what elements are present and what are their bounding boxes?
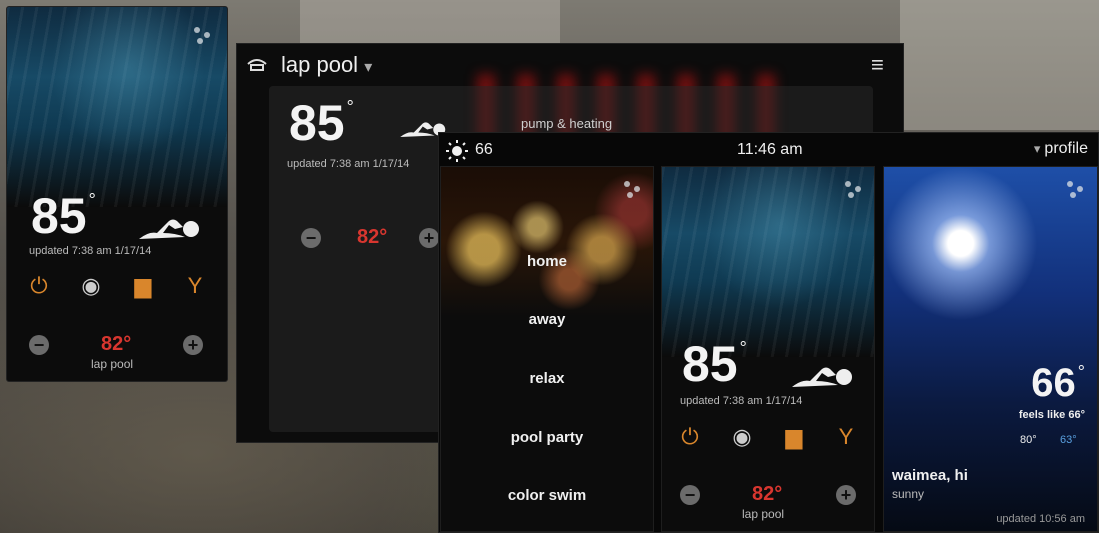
scene-relax[interactable]: relax	[441, 370, 653, 387]
set-temperature: 82°	[101, 333, 132, 355]
low-temperature: 63°	[1060, 434, 1077, 446]
pool-title[interactable]: lap pool ▾	[281, 52, 372, 78]
share-dots-icon[interactable]	[623, 179, 645, 201]
swimmer-icon	[139, 219, 199, 239]
share-dots-icon[interactable]	[844, 179, 866, 201]
decrease-temp-button[interactable]: −	[29, 335, 49, 355]
sun-icon	[446, 140, 468, 162]
share-dots-icon[interactable]	[1066, 179, 1088, 201]
increase-temp-button[interactable]: +	[836, 485, 856, 505]
weather-temperature: 66 °	[1031, 361, 1085, 405]
decrease-temp-button[interactable]: −	[680, 485, 700, 505]
swimmer-icon	[792, 367, 852, 387]
profile-menu[interactable]: ▾ profile	[1034, 140, 1088, 158]
pool-temperature: 85 °	[31, 188, 96, 244]
updated-timestamp: updated 7:38 am 1/17/14	[287, 158, 410, 170]
scene-home[interactable]: home	[441, 253, 653, 270]
pool-card: 85 ° updated 7:38 am 1/17/14 ⏻ ◉ ▆ Y − 82…	[661, 166, 875, 532]
weather-card: 66 ° feels like 66° 80° 63° waimea, hi su…	[883, 166, 1098, 532]
background-wall	[900, 0, 1099, 130]
clock-time: 11:46 am	[737, 141, 803, 158]
pool-temperature: 85 °	[682, 336, 747, 392]
heater-icon[interactable]: ▆	[131, 273, 155, 298]
feels-like-text: feels like 66°	[1018, 409, 1085, 421]
chevron-down-icon: ▾	[1033, 141, 1041, 156]
light-icon[interactable]: ◉	[730, 424, 754, 449]
fountain-icon[interactable]: Y	[834, 424, 858, 449]
home-dashboard-window: 66 11:46 am ▾ profile home away relax poo…	[438, 132, 1099, 533]
light-icon[interactable]: ◉	[79, 273, 103, 298]
set-temperature: 82°	[752, 483, 783, 505]
weather-condition: sunny	[892, 487, 925, 501]
high-temperature: 80°	[1020, 434, 1037, 446]
fountain-icon[interactable]: Y	[183, 273, 207, 298]
updated-timestamp: updated 7:38 am 1/17/14	[29, 245, 152, 257]
heater-icon[interactable]: ▆	[782, 424, 806, 449]
menu-icon[interactable]: ≡	[871, 52, 884, 78]
scene-pool-party[interactable]: pool party	[441, 429, 653, 446]
power-icon[interactable]: ⏻	[27, 273, 51, 298]
decrease-temp-button[interactable]: −	[301, 228, 321, 248]
pool-temperature: 85 °	[289, 95, 354, 151]
pump-heating-label: pump & heating	[521, 116, 613, 131]
updated-timestamp: updated 7:38 am 1/17/14	[680, 395, 803, 407]
chevron-down-icon[interactable]: ▾	[364, 59, 372, 76]
location-name: waimea, hi	[892, 467, 968, 484]
increase-temp-button[interactable]: +	[183, 335, 203, 355]
increase-temp-button[interactable]: +	[419, 228, 439, 248]
scene-away[interactable]: away	[441, 311, 653, 328]
pool-icon	[247, 59, 267, 71]
pool-name-label: lap pool	[91, 357, 134, 371]
scenes-card: home away relax pool party color swim	[440, 166, 654, 532]
scene-color-swim[interactable]: color swim	[441, 487, 653, 504]
weather-updated-timestamp: updated 10:56 am	[996, 513, 1085, 525]
set-temperature: 82°	[357, 226, 388, 248]
left-pool-card: 85 ° updated 7:38 am 1/17/14 ⏻ ◉ ▆ Y − 82…	[6, 6, 228, 382]
share-dots-icon[interactable]	[193, 25, 215, 47]
pool-name-label: lap pool	[742, 507, 785, 521]
pool-water-image	[662, 167, 874, 357]
power-icon[interactable]: ⏻	[678, 424, 702, 449]
outside-temperature: 66	[475, 141, 493, 158]
